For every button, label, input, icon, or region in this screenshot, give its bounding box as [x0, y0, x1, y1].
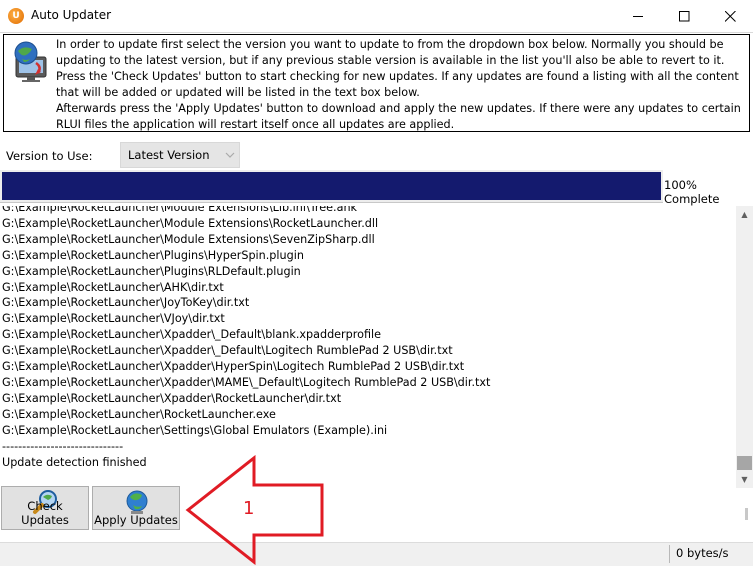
side-divider: [745, 508, 748, 520]
status-separator: [669, 545, 670, 563]
log-line: G:\Example\RocketLauncher\JoyToKey\dir.t…: [2, 296, 250, 310]
log-line: G:\Example\RocketLauncher\Xpadder\Rocket…: [2, 391, 342, 405]
check-updates-label: Check Updates: [21, 499, 69, 527]
log-line: G:\Example\RocketLauncher\Module Extensi…: [2, 216, 379, 230]
scrollbar-thumb[interactable]: [737, 456, 752, 470]
log-line: G:\Example\RocketLauncher\Settings\Globa…: [2, 423, 388, 437]
close-icon: [724, 10, 736, 22]
apply-updates-button[interactable]: Apply Updates: [92, 486, 180, 530]
log-line: G:\Example\RocketLauncher\Xpadder\HyperS…: [2, 360, 465, 374]
updater-app-icon: U: [8, 8, 24, 24]
version-dropdown-value: Latest Version: [128, 148, 210, 162]
annotation-number: 1: [243, 498, 255, 519]
log-line: G:\Example\RocketLauncher\Module Extensi…: [2, 206, 358, 214]
check-updates-button[interactable]: Check Updates: [1, 486, 89, 530]
minimize-button[interactable]: [615, 0, 661, 32]
log-line: G:\Example\RocketLauncher\AHK\dir.txt: [2, 280, 224, 294]
version-label: Version to Use:: [6, 149, 93, 163]
status-bar: [0, 542, 753, 566]
instructions-text: In order to update first select the vers…: [56, 37, 748, 133]
version-dropdown[interactable]: Latest Version: [120, 142, 240, 168]
close-button[interactable]: [707, 0, 753, 32]
title-divider: [0, 32, 753, 33]
update-log-content: G:\Example\RocketLauncher\Module Extensi…: [2, 206, 490, 470]
log-line: G:\Example\RocketLauncher\Xpadder\MAME\_…: [2, 375, 491, 389]
minimize-icon: [632, 15, 643, 17]
instructions-paragraph: Afterwards press the 'Apply Updates' but…: [56, 102, 741, 131]
instructions-panel: In order to update first select the vers…: [3, 34, 750, 132]
log-line: G:\Example\RocketLauncher\Xpadder\_Defau…: [2, 344, 453, 358]
instructions-paragraph: In order to update first select the vers…: [56, 38, 725, 67]
apply-updates-label: Apply Updates: [94, 513, 178, 527]
log-line: G:\Example\RocketLauncher\Module Extensi…: [2, 232, 375, 246]
log-line: G:\Example\RocketLauncher\VJoy\dir.txt: [2, 312, 225, 326]
log-line: ------------------------------: [2, 439, 124, 453]
instructions-paragraph: Press the 'Check Updates' button to star…: [56, 70, 739, 99]
scroll-up-icon[interactable]: ▲: [736, 206, 753, 223]
log-line: G:\Example\RocketLauncher\RocketLauncher…: [2, 407, 276, 421]
progress-label: 100% Complete: [664, 178, 720, 206]
scroll-down-icon[interactable]: ▼: [736, 471, 753, 488]
log-line: G:\Example\RocketLauncher\Xpadder\_Defau…: [2, 328, 381, 342]
globe-monitor-icon: [14, 41, 47, 82]
globe-icon: [126, 490, 148, 514]
maximize-button[interactable]: [661, 0, 707, 32]
update-log[interactable]: G:\Example\RocketLauncher\Module Extensi…: [0, 206, 736, 482]
window-title: Auto Updater: [31, 8, 112, 22]
chevron-down-icon: [225, 152, 235, 158]
log-line: G:\Example\RocketLauncher\Plugins\HyperS…: [2, 248, 304, 262]
log-scrollbar[interactable]: ▲ ▼: [736, 206, 753, 488]
download-speed: 0 bytes/s: [676, 546, 729, 560]
progress-bar-fill: [2, 172, 661, 200]
progress-bar: [0, 170, 663, 203]
log-line: G:\Example\RocketLauncher\Plugins\RLDefa…: [2, 264, 301, 278]
annotation-arrow-icon: [185, 455, 324, 565]
maximize-icon: [678, 10, 689, 21]
